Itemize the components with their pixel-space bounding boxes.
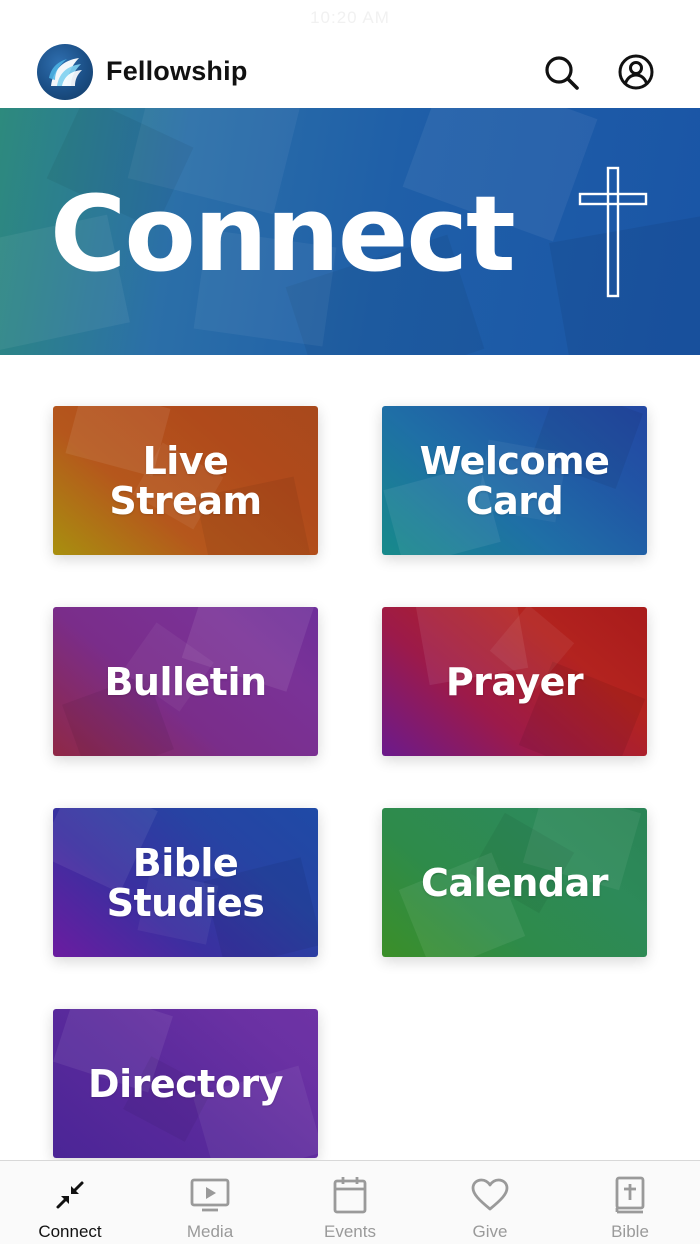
- app-title: Fellowship: [106, 56, 248, 86]
- status-bar: 10:20 AM: [0, 0, 700, 36]
- tab-media[interactable]: Media: [140, 1161, 280, 1244]
- connect-arrows-icon: [50, 1175, 90, 1215]
- status-time: 10:20 AM: [310, 8, 390, 27]
- tab-label: Connect: [38, 1222, 102, 1241]
- welcome-card-tile[interactable]: Welcome Card: [382, 406, 647, 555]
- bulletin-tile[interactable]: Bulletin: [53, 607, 318, 756]
- calendar-icon: [330, 1175, 370, 1215]
- tab-connect[interactable]: Connect: [0, 1161, 140, 1244]
- live-stream-tile[interactable]: Live Stream: [53, 406, 318, 555]
- prayer-tile[interactable]: Prayer: [382, 607, 647, 756]
- banner-title: Connect: [50, 173, 516, 295]
- tab-label: Media: [186, 1222, 234, 1241]
- app-header: Fellowship: [0, 36, 700, 108]
- tab-bible[interactable]: Bible: [560, 1161, 700, 1244]
- tab-events[interactable]: Events: [280, 1161, 420, 1244]
- tab-label: Give: [472, 1222, 508, 1241]
- tab-bar: Connect Media Events Give Bible: [0, 1160, 700, 1244]
- tab-label: Events: [324, 1222, 376, 1241]
- directory-tile[interactable]: Directory: [53, 1009, 318, 1158]
- tile-label: Calendar: [421, 860, 608, 905]
- tab-give[interactable]: Give: [420, 1161, 560, 1244]
- tile-label: Live Stream: [109, 438, 262, 523]
- account-circle-icon: [618, 54, 654, 90]
- heart-icon: [470, 1175, 510, 1215]
- fellowship-logo: [37, 44, 93, 100]
- tile-label: Directory: [88, 1061, 283, 1106]
- tile-label: Prayer: [445, 659, 584, 704]
- calendar-tile[interactable]: Calendar: [382, 808, 647, 957]
- cross-icon: [578, 166, 648, 298]
- tile-label: Welcome Card: [419, 438, 610, 523]
- search-icon: [545, 56, 579, 90]
- account-button[interactable]: [614, 50, 658, 94]
- bible-book-icon: [610, 1175, 650, 1215]
- tile-label: Bulletin: [104, 659, 267, 704]
- tile-label: Bible Studies: [106, 840, 265, 925]
- media-play-icon: [190, 1175, 230, 1215]
- tab-label: Bible: [611, 1222, 649, 1241]
- search-button[interactable]: [539, 50, 583, 94]
- bible-studies-tile[interactable]: Bible Studies: [53, 808, 318, 957]
